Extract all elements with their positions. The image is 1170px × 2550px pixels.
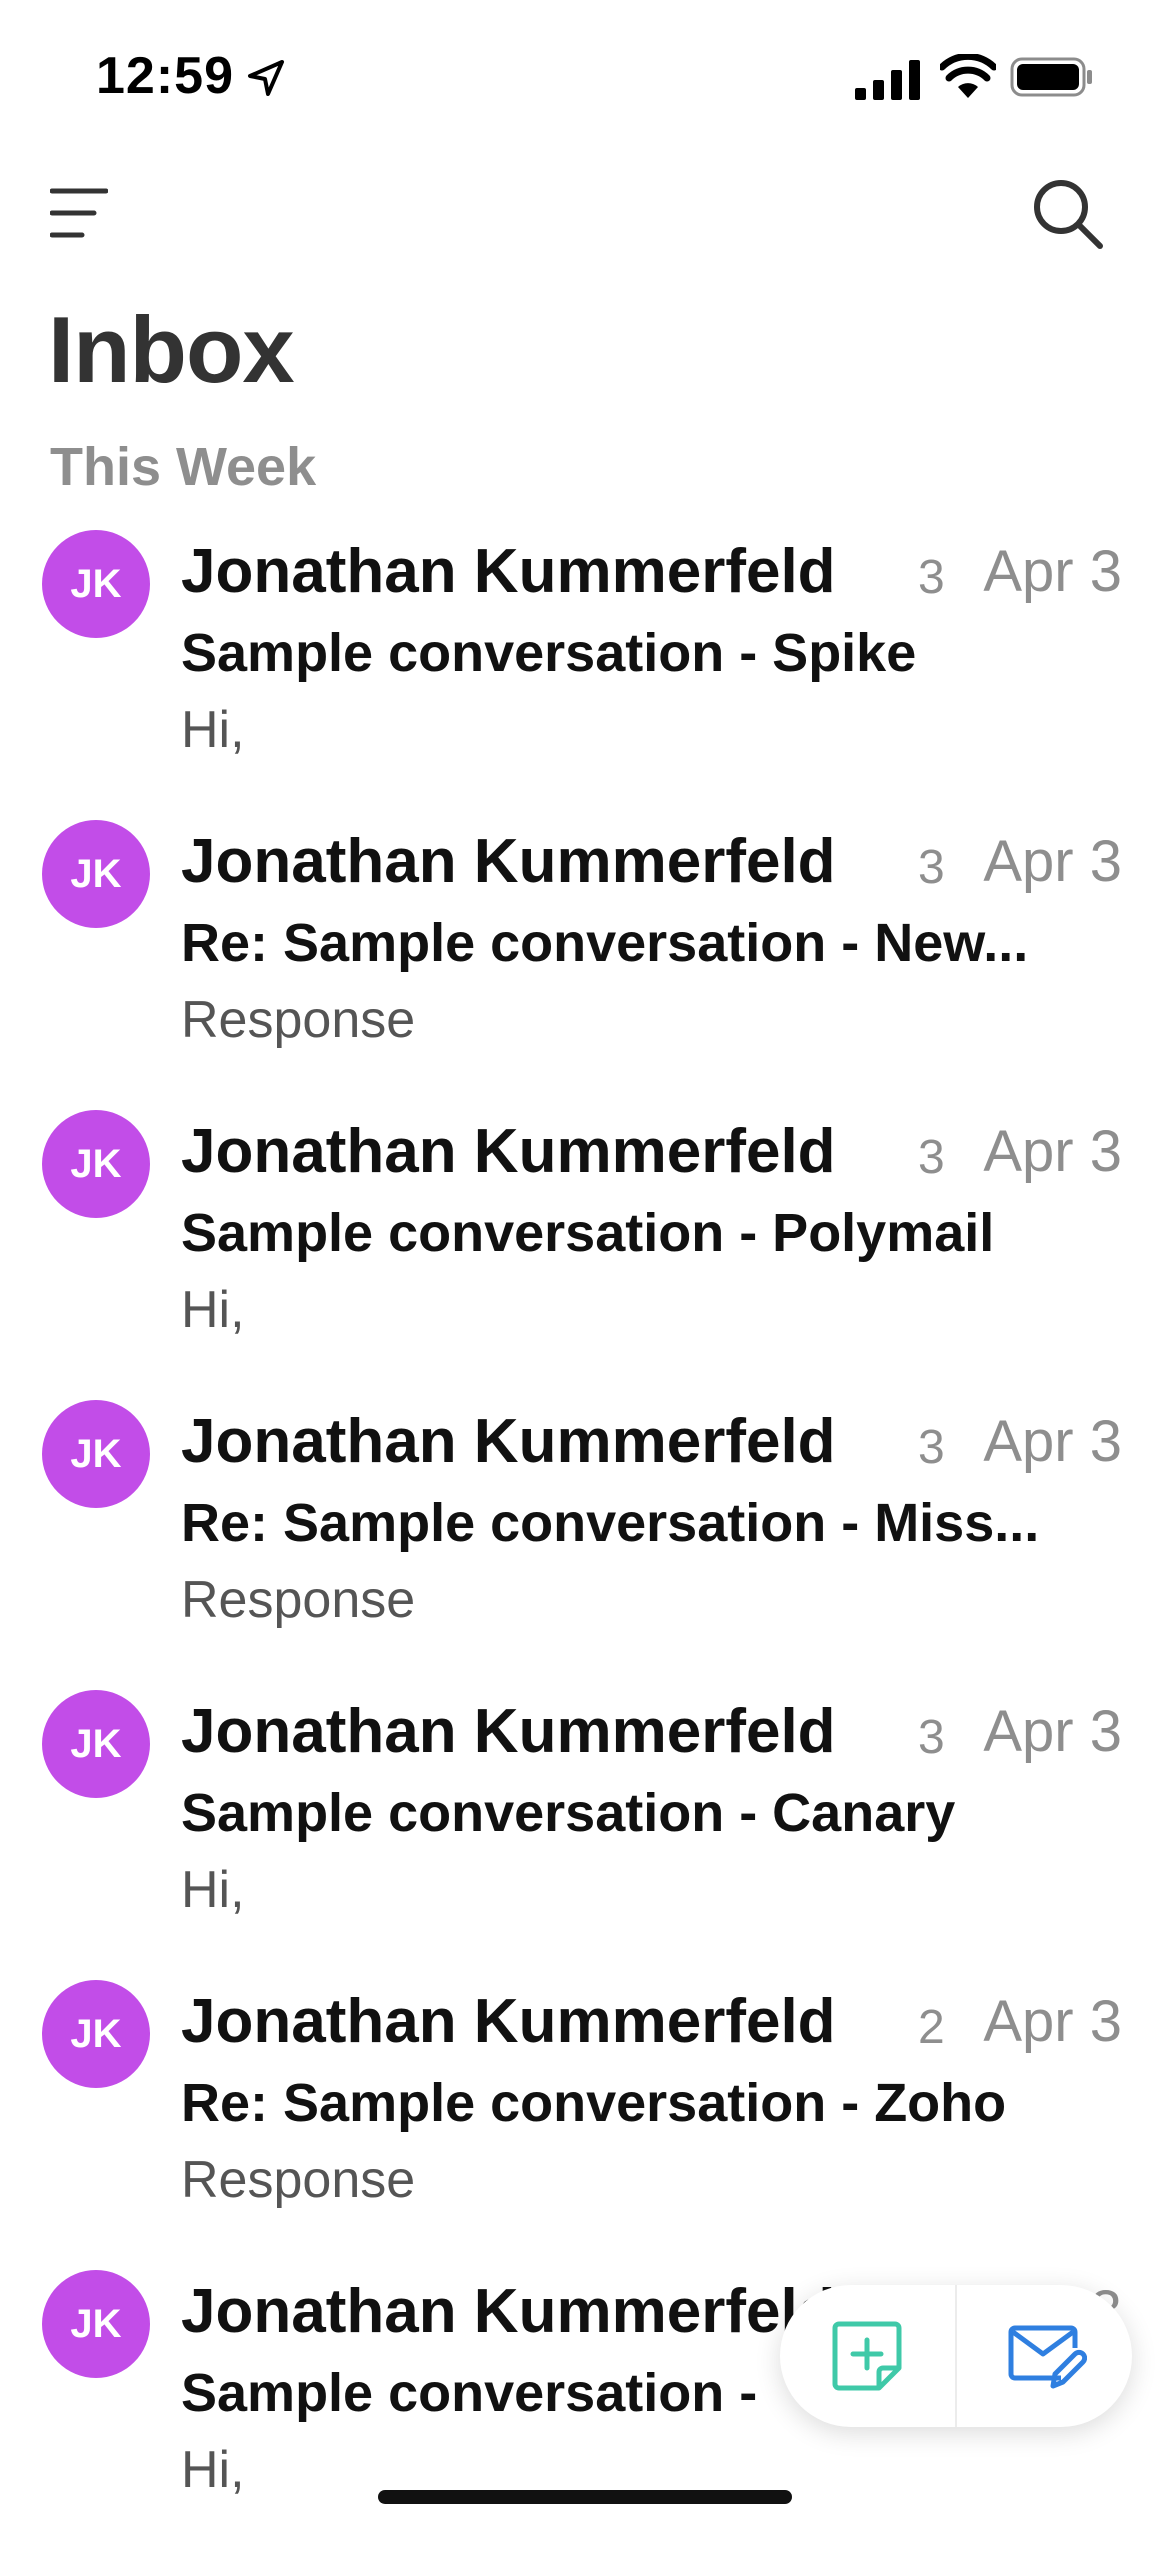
- search-icon[interactable]: [1030, 176, 1104, 250]
- message-subject: Sample conversation - Polymail: [181, 1203, 995, 1263]
- message-item[interactable]: JK Jonathan Kummerfeld 2 Apr 3 Re: Sampl…: [0, 1970, 1170, 2260]
- thread-count: 3: [918, 1711, 945, 1764]
- thread-count: 3: [918, 841, 945, 894]
- message-subject: Re: Sample conversation - Zoho: [181, 2073, 1007, 2133]
- location-arrow-icon: [248, 60, 284, 96]
- avatar: JK: [42, 820, 150, 928]
- message-preview: Hi,: [181, 1861, 245, 1919]
- message-subject: Re: Sample conversation - New...: [181, 913, 1029, 973]
- message-item[interactable]: JK Jonathan Kummerfeld 3 Apr 3 Sample co…: [0, 520, 1170, 810]
- wifi-icon: [940, 54, 996, 98]
- sender-name: Jonathan Kummerfeld: [181, 1987, 836, 2056]
- message-item[interactable]: JK Jonathan Kummerfeld 3 Apr 3 Re: Sampl…: [0, 1390, 1170, 1680]
- status-time: 12:59: [96, 47, 234, 105]
- home-indicator[interactable]: [378, 2490, 792, 2504]
- compose-button[interactable]: [957, 2285, 1132, 2427]
- message-date: Apr 3: [983, 1409, 1122, 1474]
- message-date: Apr 3: [983, 1119, 1122, 1184]
- message-date: Apr 3: [983, 1989, 1122, 2054]
- thread-count: 3: [918, 1421, 945, 1474]
- message-preview: Hi,: [181, 701, 245, 759]
- compose-mail-icon: [1008, 2325, 1087, 2389]
- battery-icon: [1010, 57, 1092, 97]
- sender-name: Jonathan Kummerfeld: [181, 1407, 836, 1476]
- section-label: This Week: [50, 437, 317, 497]
- sender-name: Jonathan Kummerfeld: [181, 1697, 836, 1766]
- message-preview: Hi,: [181, 1281, 245, 1339]
- message-subject: Re: Sample conversation - Miss...: [181, 1493, 1040, 1553]
- avatar: JK: [42, 1400, 150, 1508]
- cellular-signal-icon: [855, 60, 920, 100]
- message-preview: Response: [181, 1571, 416, 1629]
- floating-action-bar: [780, 2285, 1132, 2427]
- new-note-button[interactable]: [780, 2285, 955, 2427]
- menu-icon[interactable]: [50, 185, 108, 241]
- message-preview: Hi,: [181, 2441, 245, 2499]
- message-date: Apr 3: [983, 829, 1122, 894]
- sender-name: Jonathan Kummerfeld: [181, 1117, 836, 1186]
- message-item[interactable]: JK Jonathan Kummerfeld 3 Apr 3 Re: Sampl…: [0, 810, 1170, 1100]
- avatar: JK: [42, 1980, 150, 2088]
- message-subject: Sample conversation - Canary: [181, 1783, 956, 1843]
- status-bar: 12:59: [0, 0, 1170, 150]
- avatar: JK: [42, 2270, 150, 2378]
- note-plus-icon: [832, 2321, 902, 2391]
- thread-count: 3: [918, 1131, 945, 1184]
- sender-name: Jonathan Kummerfeld: [181, 537, 836, 606]
- sender-name: Jonathan Kummerfeld: [181, 2277, 836, 2346]
- thread-count: 3: [918, 551, 945, 604]
- sender-name: Jonathan Kummerfeld: [181, 827, 836, 896]
- message-date: Apr 3: [983, 539, 1122, 604]
- thread-count: 2: [918, 2001, 945, 2054]
- message-item[interactable]: JK Jonathan Kummerfeld 3 Apr 3 Sample co…: [0, 1680, 1170, 1970]
- page-title: Inbox: [48, 297, 295, 402]
- avatar: JK: [42, 1690, 150, 1798]
- message-date: Apr 3: [983, 1699, 1122, 1764]
- message-list: JK Jonathan Kummerfeld 3 Apr 3 Sample co…: [0, 520, 1170, 2550]
- message-subject: Sample conversation - Spike: [181, 623, 917, 683]
- avatar: JK: [42, 530, 150, 638]
- message-preview: Response: [181, 2151, 416, 2209]
- message-item[interactable]: JK Jonathan Kummerfeld 3 Apr 3 Sample co…: [0, 1100, 1170, 1390]
- avatar: JK: [42, 1110, 150, 1218]
- message-preview: Response: [181, 991, 416, 1049]
